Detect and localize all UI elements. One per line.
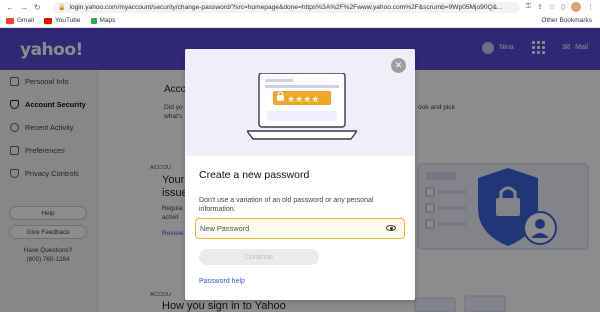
url-text: login.yahoo.com/myaccount/security/chang… xyxy=(69,3,503,11)
other-bookmarks[interactable]: Other Bookmarks xyxy=(530,17,600,24)
browser-toolbar: ← → ↻ 🔒 login.yahoo.com/myaccount/securi… xyxy=(0,0,600,14)
star-icon[interactable]: ☆ xyxy=(549,3,555,11)
bookmark-youtube[interactable]: YouTube xyxy=(43,17,81,24)
browser-tools: ⚿ ⇪ ☆ ▯ ⋮ xyxy=(520,2,600,12)
gmail-icon xyxy=(6,17,14,24)
profile-avatar[interactable] xyxy=(571,2,581,12)
close-button[interactable]: ✕ xyxy=(391,58,406,73)
key-icon[interactable]: ⚿ xyxy=(526,3,531,11)
youtube-icon xyxy=(43,17,52,24)
dialog-illustration-area: ★★★★ ✕ xyxy=(185,49,415,156)
share-icon[interactable]: ⇪ xyxy=(537,3,543,11)
laptop-password-illustration: ★★★★ xyxy=(247,73,357,140)
bookmark-gmail[interactable]: Gmail xyxy=(6,17,34,24)
dialog-description: Don't use a variation of an old password… xyxy=(199,197,374,213)
show-password-eye-icon[interactable] xyxy=(386,225,396,231)
change-password-dialog: ★★★★ ✕ Create a new password Don't use a… xyxy=(185,49,415,300)
maps-icon xyxy=(90,17,97,24)
close-icon: ✕ xyxy=(394,60,403,70)
bookmark-maps[interactable]: Maps xyxy=(90,17,115,24)
new-password-field[interactable] xyxy=(195,218,405,239)
sidebar-icon[interactable]: ▯ xyxy=(561,3,565,11)
address-bar[interactable]: 🔒 login.yahoo.com/myaccount/security/cha… xyxy=(52,1,520,13)
new-password-input[interactable] xyxy=(200,224,370,233)
password-stars: ★★★★ xyxy=(287,95,319,105)
back-icon[interactable]: ← xyxy=(6,3,14,12)
forward-icon[interactable]: → xyxy=(20,3,28,12)
lock-icon: 🔒 xyxy=(58,4,66,11)
password-help-link[interactable]: Password help xyxy=(199,278,245,285)
reload-icon[interactable]: ↻ xyxy=(34,3,41,12)
bookmarks-bar: Gmail YouTube Maps Other Bookmarks xyxy=(0,14,600,28)
browser-nav: ← → ↻ xyxy=(0,3,46,12)
dialog-title: Create a new password xyxy=(199,169,310,181)
continue-button[interactable]: Continue xyxy=(199,249,319,265)
menu-icon[interactable]: ⋮ xyxy=(587,3,594,11)
